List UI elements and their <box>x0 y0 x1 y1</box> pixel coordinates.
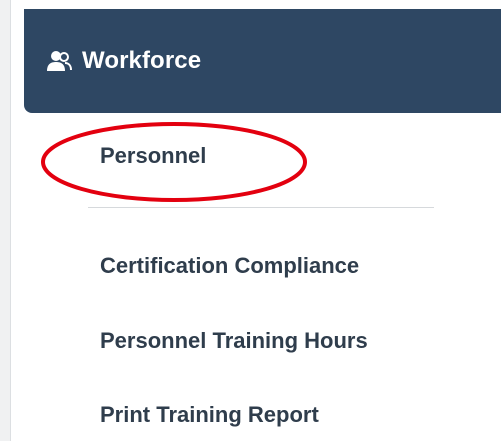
menu-item-print-training-report[interactable]: Print Training Report <box>100 402 319 428</box>
menu-item-personnel[interactable]: Personnel <box>100 143 206 169</box>
menu-item-certification-compliance[interactable]: Certification Compliance <box>100 253 359 279</box>
sidebar-edge <box>0 0 11 441</box>
menu-divider <box>88 207 434 208</box>
workforce-menu-title: Workforce <box>82 47 202 74</box>
workforce-menu-header[interactable]: Workforce <box>24 9 501 113</box>
users-icon <box>46 49 72 73</box>
menu-item-personnel-training-hours[interactable]: Personnel Training Hours <box>100 328 368 354</box>
sidebar-screen: Workforce Personnel Certification Compli… <box>0 0 501 441</box>
